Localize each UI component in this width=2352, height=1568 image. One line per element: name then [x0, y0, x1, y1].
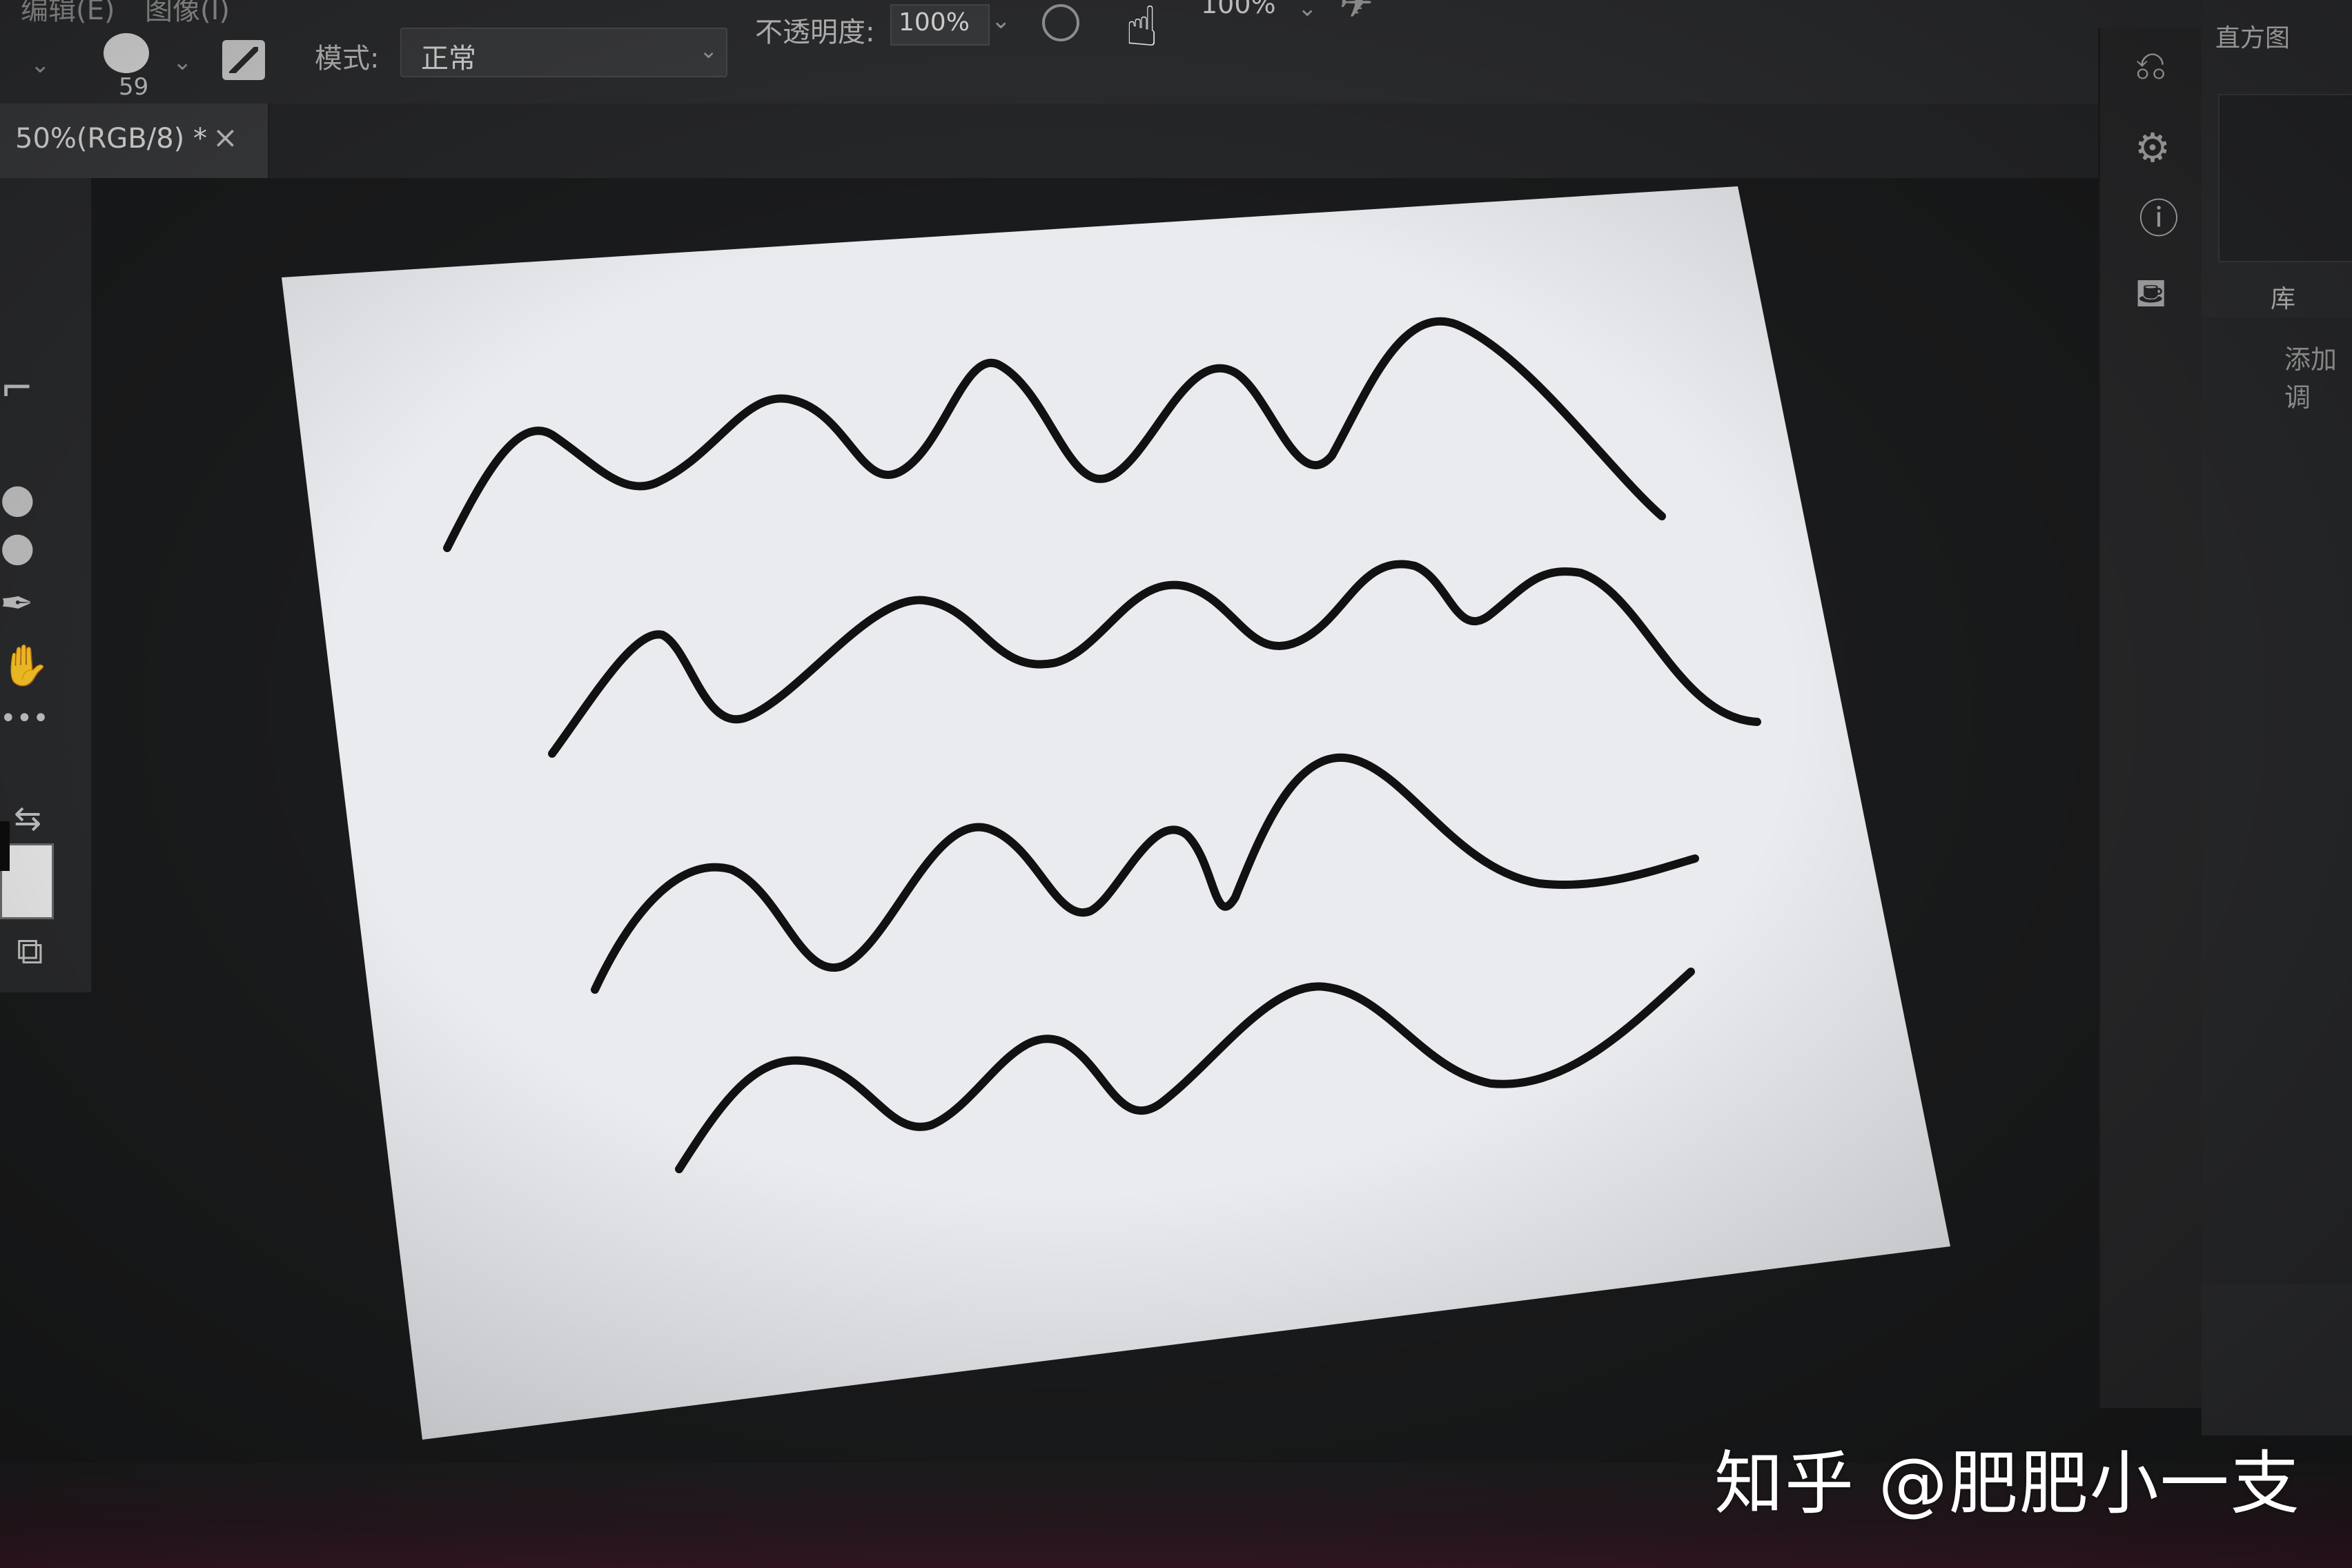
canvas-svg — [282, 186, 1950, 1440]
canvas-area — [0, 0, 2352, 1568]
document-canvas — [282, 186, 1950, 1440]
watermark: 知乎 @肥肥小一支 — [1714, 1443, 2301, 1524]
